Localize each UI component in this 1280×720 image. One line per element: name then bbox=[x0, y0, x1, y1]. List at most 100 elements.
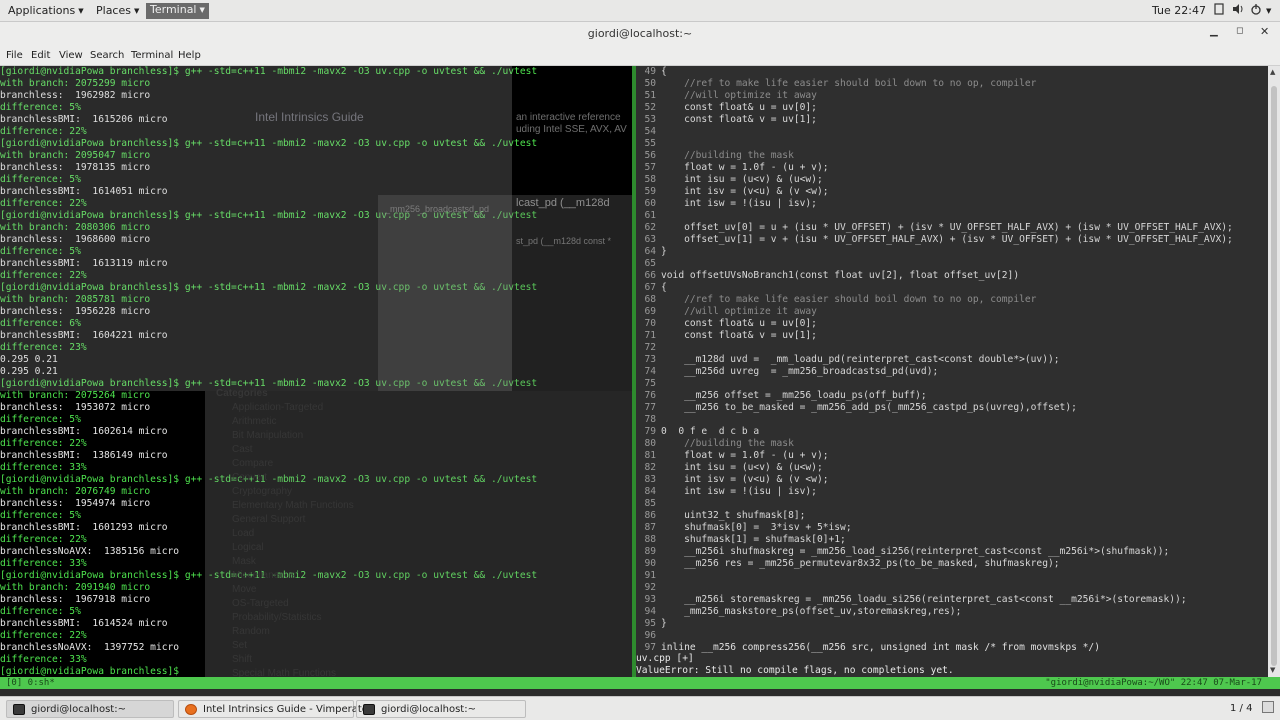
code-line[interactable]: __m256i storemaskreg = _mm256_loadu_si25… bbox=[661, 594, 1187, 606]
code-line[interactable]: __m256 res = _mm256_permutevar8x32_ps(to… bbox=[661, 558, 1059, 570]
clock[interactable]: Tue 22:47 bbox=[1152, 4, 1206, 17]
code-line[interactable]: int isv = (v<u) & (v <w); bbox=[661, 186, 828, 198]
terminal-menu[interactable]: Terminal ▼ bbox=[146, 3, 209, 19]
menu-terminal[interactable]: Terminal bbox=[131, 50, 173, 61]
code-line[interactable]: //ref to make life easier should boil do… bbox=[661, 294, 1036, 306]
terminal-output-line: with branch: 2075264 micro bbox=[0, 390, 151, 401]
code-line[interactable]: __m256i shufmaskreg = _mm256_load_si256(… bbox=[661, 546, 1169, 558]
applications-menu[interactable]: Applications ▼ bbox=[8, 4, 84, 17]
code-line[interactable]: __m256 to_be_masked = _mm256_add_ps(_mm2… bbox=[661, 402, 1077, 414]
system-menu-icon[interactable]: ▼ bbox=[1266, 3, 1271, 16]
places-menu[interactable]: Places ▼ bbox=[96, 4, 139, 17]
terminal-output-line: branchless: 1953072 micro bbox=[0, 402, 151, 413]
ghost-category-item: Probability/Statistics bbox=[232, 612, 322, 623]
power-icon[interactable] bbox=[1250, 3, 1262, 18]
code-line[interactable]: //ref to make life easier should boil do… bbox=[661, 78, 1036, 90]
code-line[interactable]: const float& v = uv[1]; bbox=[661, 330, 817, 342]
vim-editor-pane[interactable]: 49 {50 //ref to make life easier should b… bbox=[636, 66, 1268, 677]
terminal-output-line: branchlessBMI: 1601293 micro bbox=[0, 522, 168, 533]
close-icon[interactable]: ✕ bbox=[1260, 25, 1269, 38]
line-number: 63 bbox=[644, 234, 656, 245]
line-number: 61 bbox=[644, 210, 656, 221]
code-line[interactable]: _mm256_maskstore_ps(offset_uv,storemaskr… bbox=[661, 606, 961, 618]
ghost-category-item: Load bbox=[232, 528, 255, 539]
menu-edit[interactable]: Edit bbox=[31, 50, 50, 61]
scrollbar[interactable]: ▲ ▼ bbox=[1268, 66, 1280, 677]
code-line[interactable]: offset_uv[1] = v + (isu * UV_OFFSET_HALF… bbox=[661, 234, 1233, 246]
code-line[interactable]: __m256d uvreg = _mm256_broadcastsd_pd(uv… bbox=[661, 366, 938, 378]
maximize-icon[interactable]: ◻ bbox=[1236, 26, 1243, 36]
applications-label: Applications bbox=[8, 4, 76, 17]
code-line[interactable]: void offsetUVsNoBranch1(const float uv[2… bbox=[661, 270, 1019, 282]
code-line[interactable]: { bbox=[661, 282, 667, 294]
line-number: 76 bbox=[644, 390, 656, 401]
volume-icon[interactable] bbox=[1232, 3, 1244, 18]
code-line[interactable]: const float& u = uv[0]; bbox=[661, 102, 817, 114]
code-line[interactable]: float w = 1.0f - (u + v); bbox=[661, 162, 828, 174]
code-line[interactable]: const float& v = uv[1]; bbox=[661, 114, 817, 126]
network-icon[interactable] bbox=[1214, 3, 1224, 19]
code-line[interactable]: int isv = (v<u) & (v <w); bbox=[661, 474, 828, 486]
line-number: 94 bbox=[644, 606, 656, 617]
code-line[interactable]: const float& u = uv[0]; bbox=[661, 318, 817, 330]
code-line[interactable]: //building the mask bbox=[661, 438, 794, 450]
window-titlebar[interactable]: giordi@localhost:~ ▁ ◻ ✕ bbox=[0, 22, 1280, 46]
ghost-intro-line: uding Intel SSE, AVX, AV bbox=[516, 124, 627, 135]
code-line[interactable]: uint32_t shufmask[8]; bbox=[661, 510, 805, 522]
code-line[interactable]: int isu = (u<v) & (u<w); bbox=[661, 174, 823, 186]
code-line[interactable]: shufmask[1] = shufmask[0]+1; bbox=[661, 534, 846, 546]
scroll-up-icon[interactable]: ▲ bbox=[1270, 68, 1275, 76]
taskbar: giordi@localhost:~ Intel Intrinsics Guid… bbox=[0, 696, 1280, 720]
line-number: 80 bbox=[644, 438, 656, 449]
code-line[interactable]: } bbox=[661, 618, 667, 630]
code-line[interactable]: offset_uv[0] = u + (isu * UV_OFFSET) + (… bbox=[661, 222, 1233, 234]
menu-file[interactable]: File bbox=[6, 50, 23, 61]
line-number: 85 bbox=[644, 498, 656, 509]
code-line[interactable]: 0 0 f e d c b a bbox=[661, 426, 759, 438]
line-number: 52 bbox=[644, 102, 656, 113]
chevron-down-icon: ▼ bbox=[133, 7, 140, 15]
minimize-icon[interactable]: ▁ bbox=[1210, 26, 1218, 37]
taskbar-terminal-window-2[interactable]: giordi@localhost:~ bbox=[356, 700, 526, 718]
ghost-function-signature: st_pd (__m128d const * bbox=[516, 236, 612, 246]
code-line[interactable]: int isw = !(isu | isv); bbox=[661, 486, 817, 498]
line-number: 81 bbox=[644, 450, 656, 461]
line-number: 87 bbox=[644, 522, 656, 533]
code-line[interactable]: int isu = (u<v) & (u<w); bbox=[661, 462, 823, 474]
scrollbar-thumb[interactable] bbox=[1271, 86, 1277, 666]
ghost-guide-title: Intel Intrinsics Guide bbox=[255, 110, 364, 124]
menu-search[interactable]: Search bbox=[90, 50, 124, 61]
line-number: 86 bbox=[644, 510, 656, 521]
code-line[interactable]: int isw = !(isu | isv); bbox=[661, 198, 817, 210]
terminal-output-line: difference: 33% bbox=[0, 558, 87, 569]
line-number: 57 bbox=[644, 162, 656, 173]
ghost-category-item: Miscellaneous bbox=[232, 570, 296, 581]
line-number: 64 bbox=[644, 246, 656, 257]
code-line[interactable]: __m128d uvd = _mm_loadu_pd(reinterpret_c… bbox=[661, 354, 1059, 366]
line-number: 84 bbox=[644, 486, 656, 497]
ghost-category-item: Convert bbox=[232, 472, 268, 483]
workspace-pager[interactable]: 1 / 4 bbox=[1230, 703, 1252, 714]
top-panel: Applications ▼ Places ▼ Terminal ▼ Tue 22:4… bbox=[0, 0, 1280, 22]
workspace-icon[interactable] bbox=[1262, 701, 1274, 713]
ghost-category-item: General Support bbox=[232, 514, 306, 525]
taskbar-browser-window[interactable]: Intel Intrinsics Guide - Vimperator bbox=[178, 700, 372, 718]
taskbar-terminal-window[interactable]: giordi@localhost:~ bbox=[6, 700, 174, 718]
code-line[interactable]: float w = 1.0f - (u + v); bbox=[661, 450, 828, 462]
code-line[interactable]: } bbox=[661, 246, 667, 258]
code-line[interactable]: shufmask[0] = 3*isv + 5*isw; bbox=[661, 522, 852, 534]
line-number: 91 bbox=[644, 570, 656, 581]
menubar: File Edit View Search Terminal Help bbox=[0, 46, 1280, 66]
code-line[interactable]: //will optimize it away bbox=[661, 306, 817, 318]
code-line[interactable]: //will optimize it away bbox=[661, 90, 817, 102]
menu-view[interactable]: View bbox=[59, 50, 83, 61]
scroll-down-icon[interactable]: ▼ bbox=[1270, 666, 1275, 674]
code-line[interactable]: inline __m256 compress256(__m256 src, un… bbox=[661, 642, 1100, 654]
line-number: 66 bbox=[644, 270, 656, 281]
code-line[interactable]: { bbox=[661, 66, 667, 78]
line-number: 68 bbox=[644, 294, 656, 305]
line-number: 53 bbox=[644, 114, 656, 125]
code-line[interactable]: //building the mask bbox=[661, 150, 794, 162]
code-line[interactable]: __m256 offset = _mm256_loadu_ps(off_buff… bbox=[661, 390, 927, 402]
menu-help[interactable]: Help bbox=[178, 50, 201, 61]
